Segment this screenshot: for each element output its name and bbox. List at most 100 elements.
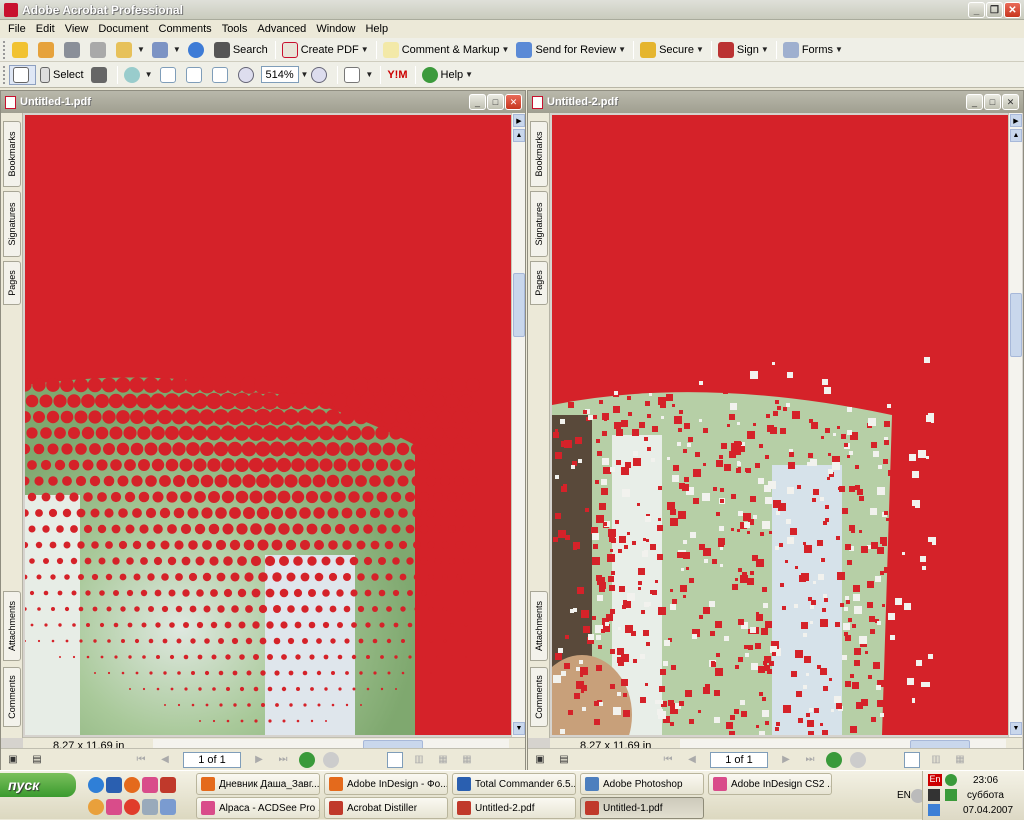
tab-pages[interactable]: Pages bbox=[530, 261, 548, 305]
icq-tray-icon[interactable] bbox=[945, 774, 957, 786]
rotate-button[interactable]: ▼ bbox=[341, 65, 376, 85]
fit-width-button[interactable] bbox=[209, 65, 234, 85]
task-untitled-1[interactable]: Untitled-1.pdf bbox=[580, 797, 704, 819]
icq-icon[interactable] bbox=[88, 799, 104, 815]
comment-markup-button[interactable]: Comment & Markup ▼ bbox=[380, 40, 513, 60]
next-view-button[interactable] bbox=[850, 751, 866, 768]
snapshot-button[interactable] bbox=[88, 65, 113, 85]
menu-view[interactable]: View bbox=[60, 23, 94, 35]
last-page-button[interactable]: ⏭ bbox=[802, 752, 818, 768]
vertical-scrollbar[interactable]: ▶ ▲ ▼ bbox=[1008, 113, 1022, 738]
language-indicator[interactable]: EN bbox=[897, 790, 911, 801]
single-page-button[interactable] bbox=[904, 751, 920, 768]
save-disk-icon[interactable] bbox=[106, 777, 122, 793]
task-photoshop[interactable]: Adobe Photoshop bbox=[580, 773, 704, 795]
tab-bookmarks[interactable]: Bookmarks bbox=[530, 121, 548, 187]
tray-app2-icon[interactable] bbox=[945, 789, 957, 801]
continuous-facing-button[interactable]: ▦ bbox=[459, 752, 475, 768]
device-icon[interactable] bbox=[142, 799, 158, 815]
web-button[interactable] bbox=[185, 40, 210, 60]
page-view-icon[interactable]: ▣ bbox=[532, 752, 548, 768]
actual-size-button[interactable] bbox=[157, 65, 182, 85]
zoom-tool-button[interactable]: ▼ bbox=[121, 65, 156, 85]
doc-minimize-button[interactable]: _ bbox=[966, 94, 983, 110]
zoom-out-button[interactable] bbox=[235, 65, 260, 85]
task-distiller[interactable]: Acrobat Distiller bbox=[324, 797, 448, 819]
forms-button[interactable]: Forms ▼ bbox=[780, 40, 846, 60]
tab-signatures[interactable]: Signatures bbox=[530, 191, 548, 257]
menu-advanced[interactable]: Advanced bbox=[252, 23, 311, 35]
next-view-button[interactable] bbox=[323, 751, 339, 768]
page-number-field[interactable]: 1 of 1 bbox=[183, 751, 241, 768]
restore-button[interactable]: ❐ bbox=[986, 2, 1003, 18]
menu-file[interactable]: File bbox=[3, 23, 31, 35]
ie-icon[interactable] bbox=[88, 777, 104, 793]
doc-minimize-button[interactable]: _ bbox=[469, 94, 486, 110]
tab-attachments[interactable]: Attachments bbox=[3, 591, 21, 661]
organizer-button[interactable] bbox=[35, 40, 60, 60]
page-layout-icon[interactable]: ▤ bbox=[556, 752, 572, 768]
zoom-dropdown[interactable]: ▼ bbox=[301, 70, 309, 79]
zoom-in-button[interactable] bbox=[308, 65, 333, 85]
menu-edit[interactable]: Edit bbox=[31, 23, 60, 35]
keyboard-layout-icon[interactable]: En bbox=[928, 774, 942, 786]
prev-page-button[interactable]: ◀ bbox=[157, 752, 173, 768]
hand-tool-button[interactable] bbox=[9, 64, 36, 85]
single-page-button[interactable] bbox=[387, 751, 403, 768]
menu-document[interactable]: Document bbox=[93, 23, 153, 35]
minimize-button[interactable]: _ bbox=[968, 2, 985, 18]
task-indesign[interactable]: Adobe InDesign - Фо... bbox=[324, 773, 448, 795]
tray-app3-icon[interactable] bbox=[928, 804, 940, 816]
select-tool-button[interactable]: Select bbox=[37, 65, 87, 85]
continuous-button[interactable]: ▥ bbox=[928, 752, 944, 768]
task-indesign-cs2[interactable]: Adobe InDesign CS2 ... bbox=[708, 773, 832, 795]
clock-time[interactable]: 23:06 bbox=[973, 775, 998, 786]
search-button[interactable]: Search bbox=[211, 40, 271, 60]
save-button[interactable] bbox=[61, 40, 86, 60]
task-diary[interactable]: Дневник Даша_Завг... bbox=[196, 773, 320, 795]
acrobat-quicklaunch-icon[interactable] bbox=[160, 777, 176, 793]
first-page-button[interactable]: ⏮ bbox=[660, 752, 676, 768]
menu-tools[interactable]: Tools bbox=[217, 23, 253, 35]
previous-view-button[interactable] bbox=[299, 751, 315, 768]
tray-app-icon[interactable] bbox=[928, 789, 940, 801]
page-view-icon[interactable]: ▣ bbox=[5, 752, 21, 768]
attach-button[interactable]: ▼ bbox=[149, 40, 184, 60]
first-page-button[interactable]: ⏮ bbox=[133, 752, 149, 768]
fit-page-button[interactable] bbox=[183, 65, 208, 85]
facing-button[interactable]: ▦ bbox=[435, 752, 451, 768]
page-number-field[interactable]: 1 of 1 bbox=[710, 751, 768, 768]
help-button[interactable]: Help ▼ bbox=[419, 65, 477, 85]
prev-page-button[interactable]: ◀ bbox=[684, 752, 700, 768]
start-button[interactable]: пуск bbox=[0, 773, 76, 797]
open-button[interactable] bbox=[9, 40, 34, 60]
opera-icon[interactable] bbox=[124, 799, 140, 815]
tab-attachments[interactable]: Attachments bbox=[530, 591, 548, 661]
yim-button[interactable]: Y!M bbox=[384, 65, 410, 85]
close-button[interactable]: ✕ bbox=[1004, 2, 1021, 18]
last-page-button[interactable]: ⏭ bbox=[275, 752, 291, 768]
menu-window[interactable]: Window bbox=[311, 23, 360, 35]
doc-close-button[interactable]: ✕ bbox=[505, 94, 522, 110]
next-page-button[interactable]: ▶ bbox=[778, 752, 794, 768]
email-button[interactable]: ▼ bbox=[113, 40, 148, 60]
continuous-button[interactable]: ▥ bbox=[411, 752, 427, 768]
create-pdf-button[interactable]: Create PDF ▼ bbox=[279, 40, 372, 60]
secure-button[interactable]: Secure ▼ bbox=[637, 40, 707, 60]
task-total-commander[interactable]: Total Commander 6.5... bbox=[452, 773, 576, 795]
doc-close-button[interactable]: ✕ bbox=[1002, 94, 1019, 110]
app-quicklaunch-icon[interactable] bbox=[142, 777, 158, 793]
next-page-button[interactable]: ▶ bbox=[251, 752, 267, 768]
doc-maximize-button[interactable]: □ bbox=[487, 94, 504, 110]
tab-comments[interactable]: Comments bbox=[530, 667, 548, 727]
previous-view-button[interactable] bbox=[826, 751, 842, 768]
tab-signatures[interactable]: Signatures bbox=[3, 191, 21, 257]
print-button[interactable] bbox=[87, 40, 112, 60]
zoom-field[interactable]: 514% bbox=[260, 66, 299, 83]
menu-comments[interactable]: Comments bbox=[154, 23, 217, 35]
firefox-icon[interactable] bbox=[124, 777, 140, 793]
app2-icon[interactable] bbox=[106, 799, 122, 815]
sign-button[interactable]: Sign ▼ bbox=[715, 40, 772, 60]
task-untitled-2[interactable]: Untitled-2.pdf bbox=[452, 797, 576, 819]
facing-button[interactable]: ▦ bbox=[952, 752, 968, 768]
